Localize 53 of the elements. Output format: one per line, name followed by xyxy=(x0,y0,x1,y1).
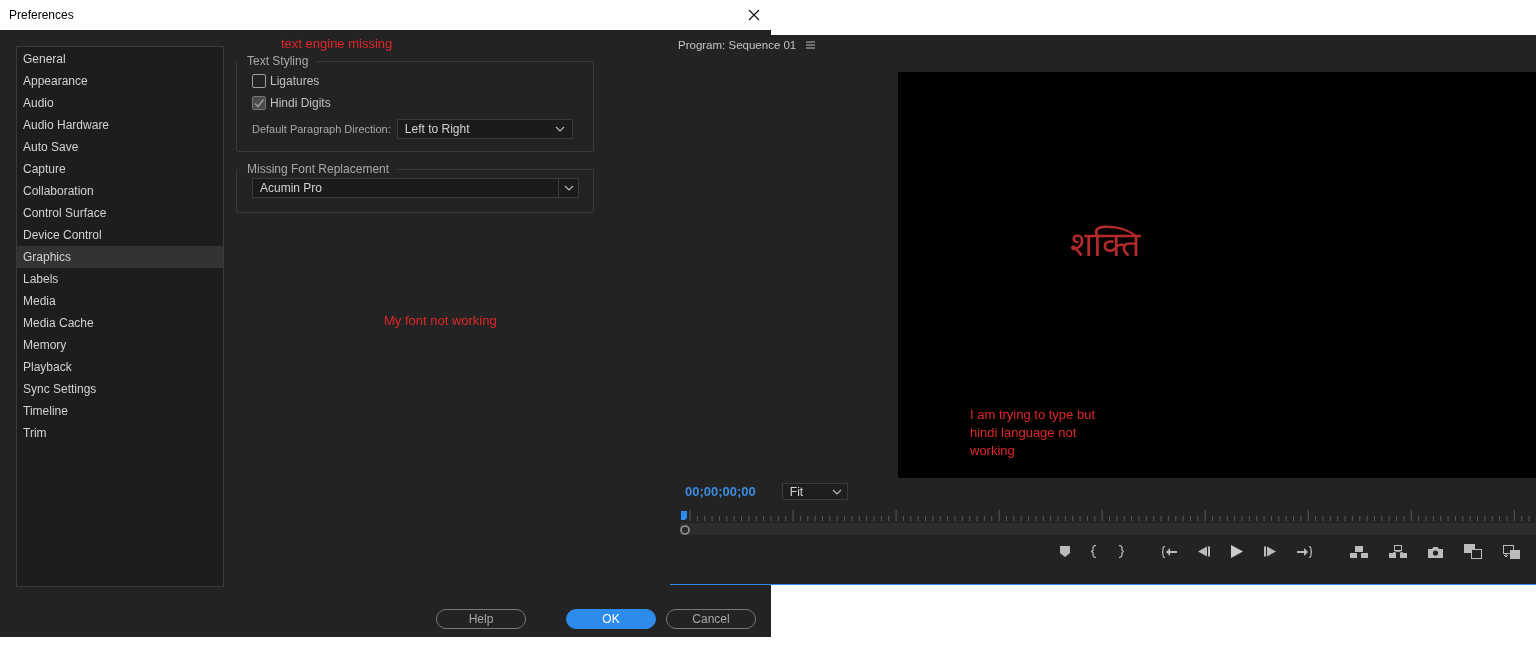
category-item[interactable]: Playback xyxy=(17,356,223,378)
mark-out-icon[interactable] xyxy=(1118,545,1124,558)
annotation-text: text engine missing xyxy=(281,35,394,53)
direction-dropdown[interactable]: Left to Right xyxy=(396,119,573,139)
extract-icon[interactable] xyxy=(1389,545,1407,558)
category-item[interactable]: Media Cache xyxy=(17,312,223,334)
category-item[interactable]: Auto Save xyxy=(17,136,223,158)
caret-icon xyxy=(831,488,842,495)
category-item[interactable]: Labels xyxy=(17,268,223,290)
play-icon[interactable] xyxy=(1231,545,1243,558)
playhead-icon[interactable] xyxy=(680,511,690,537)
category-item[interactable]: Memory xyxy=(17,334,223,356)
category-item[interactable]: Audio xyxy=(17,92,223,114)
group-title: Text Styling xyxy=(246,54,310,68)
category-item[interactable]: General xyxy=(17,48,223,70)
category-item[interactable]: Media xyxy=(17,290,223,312)
compare-icon[interactable] xyxy=(1464,544,1482,559)
category-item[interactable]: Audio Hardware xyxy=(17,114,223,136)
font-dropdown[interactable]: Acumin Pro xyxy=(252,178,579,198)
category-item[interactable]: Appearance xyxy=(17,70,223,92)
caret-icon xyxy=(554,126,565,132)
annotation-text: My font not working xyxy=(384,313,498,328)
marker-icon[interactable] xyxy=(1060,546,1070,557)
swap-icon[interactable] xyxy=(1503,544,1520,559)
step-forward-icon[interactable] xyxy=(1264,546,1276,557)
caret-icon xyxy=(564,185,574,191)
category-item[interactable]: Capture xyxy=(17,158,223,180)
group-title: Missing Font Replacement xyxy=(246,162,391,176)
mark-in-icon[interactable] xyxy=(1091,545,1097,558)
camera-icon[interactable] xyxy=(1428,545,1443,558)
checkbox[interactable] xyxy=(252,74,266,88)
title-text: शक्ति xyxy=(1070,224,1142,265)
category-item[interactable]: Device Control xyxy=(17,224,223,246)
category-item[interactable]: Collaboration xyxy=(17,180,223,202)
category-item[interactable]: Graphics xyxy=(17,246,223,268)
zoom-dropdown[interactable]: Fit xyxy=(781,483,848,500)
category-item[interactable]: Timeline xyxy=(17,400,223,422)
category-item[interactable]: Trim xyxy=(17,422,223,444)
field-label: Default Paragraph Direction: xyxy=(252,123,391,135)
panel-title: Program: Sequence 01 xyxy=(678,39,797,51)
category-item[interactable]: Sync Settings xyxy=(17,378,223,400)
go-to-out-icon[interactable] xyxy=(1297,545,1312,558)
checkbox-label: Hindi Digits xyxy=(270,96,331,110)
category-item[interactable]: Control Surface xyxy=(17,202,223,224)
checkbox-label: Ligatures xyxy=(270,74,320,88)
menu-icon[interactable] xyxy=(806,41,816,49)
step-back-icon[interactable] xyxy=(1198,546,1210,557)
go-to-in-icon[interactable] xyxy=(1162,545,1177,558)
timecode[interactable]: 00;00;00;00 xyxy=(685,484,756,499)
close-icon[interactable] xyxy=(748,9,760,21)
window-title: Preferences xyxy=(9,8,74,22)
annotation-text: I am trying to type but hindi language not working xyxy=(970,406,1096,460)
lift-icon[interactable] xyxy=(1350,545,1368,558)
